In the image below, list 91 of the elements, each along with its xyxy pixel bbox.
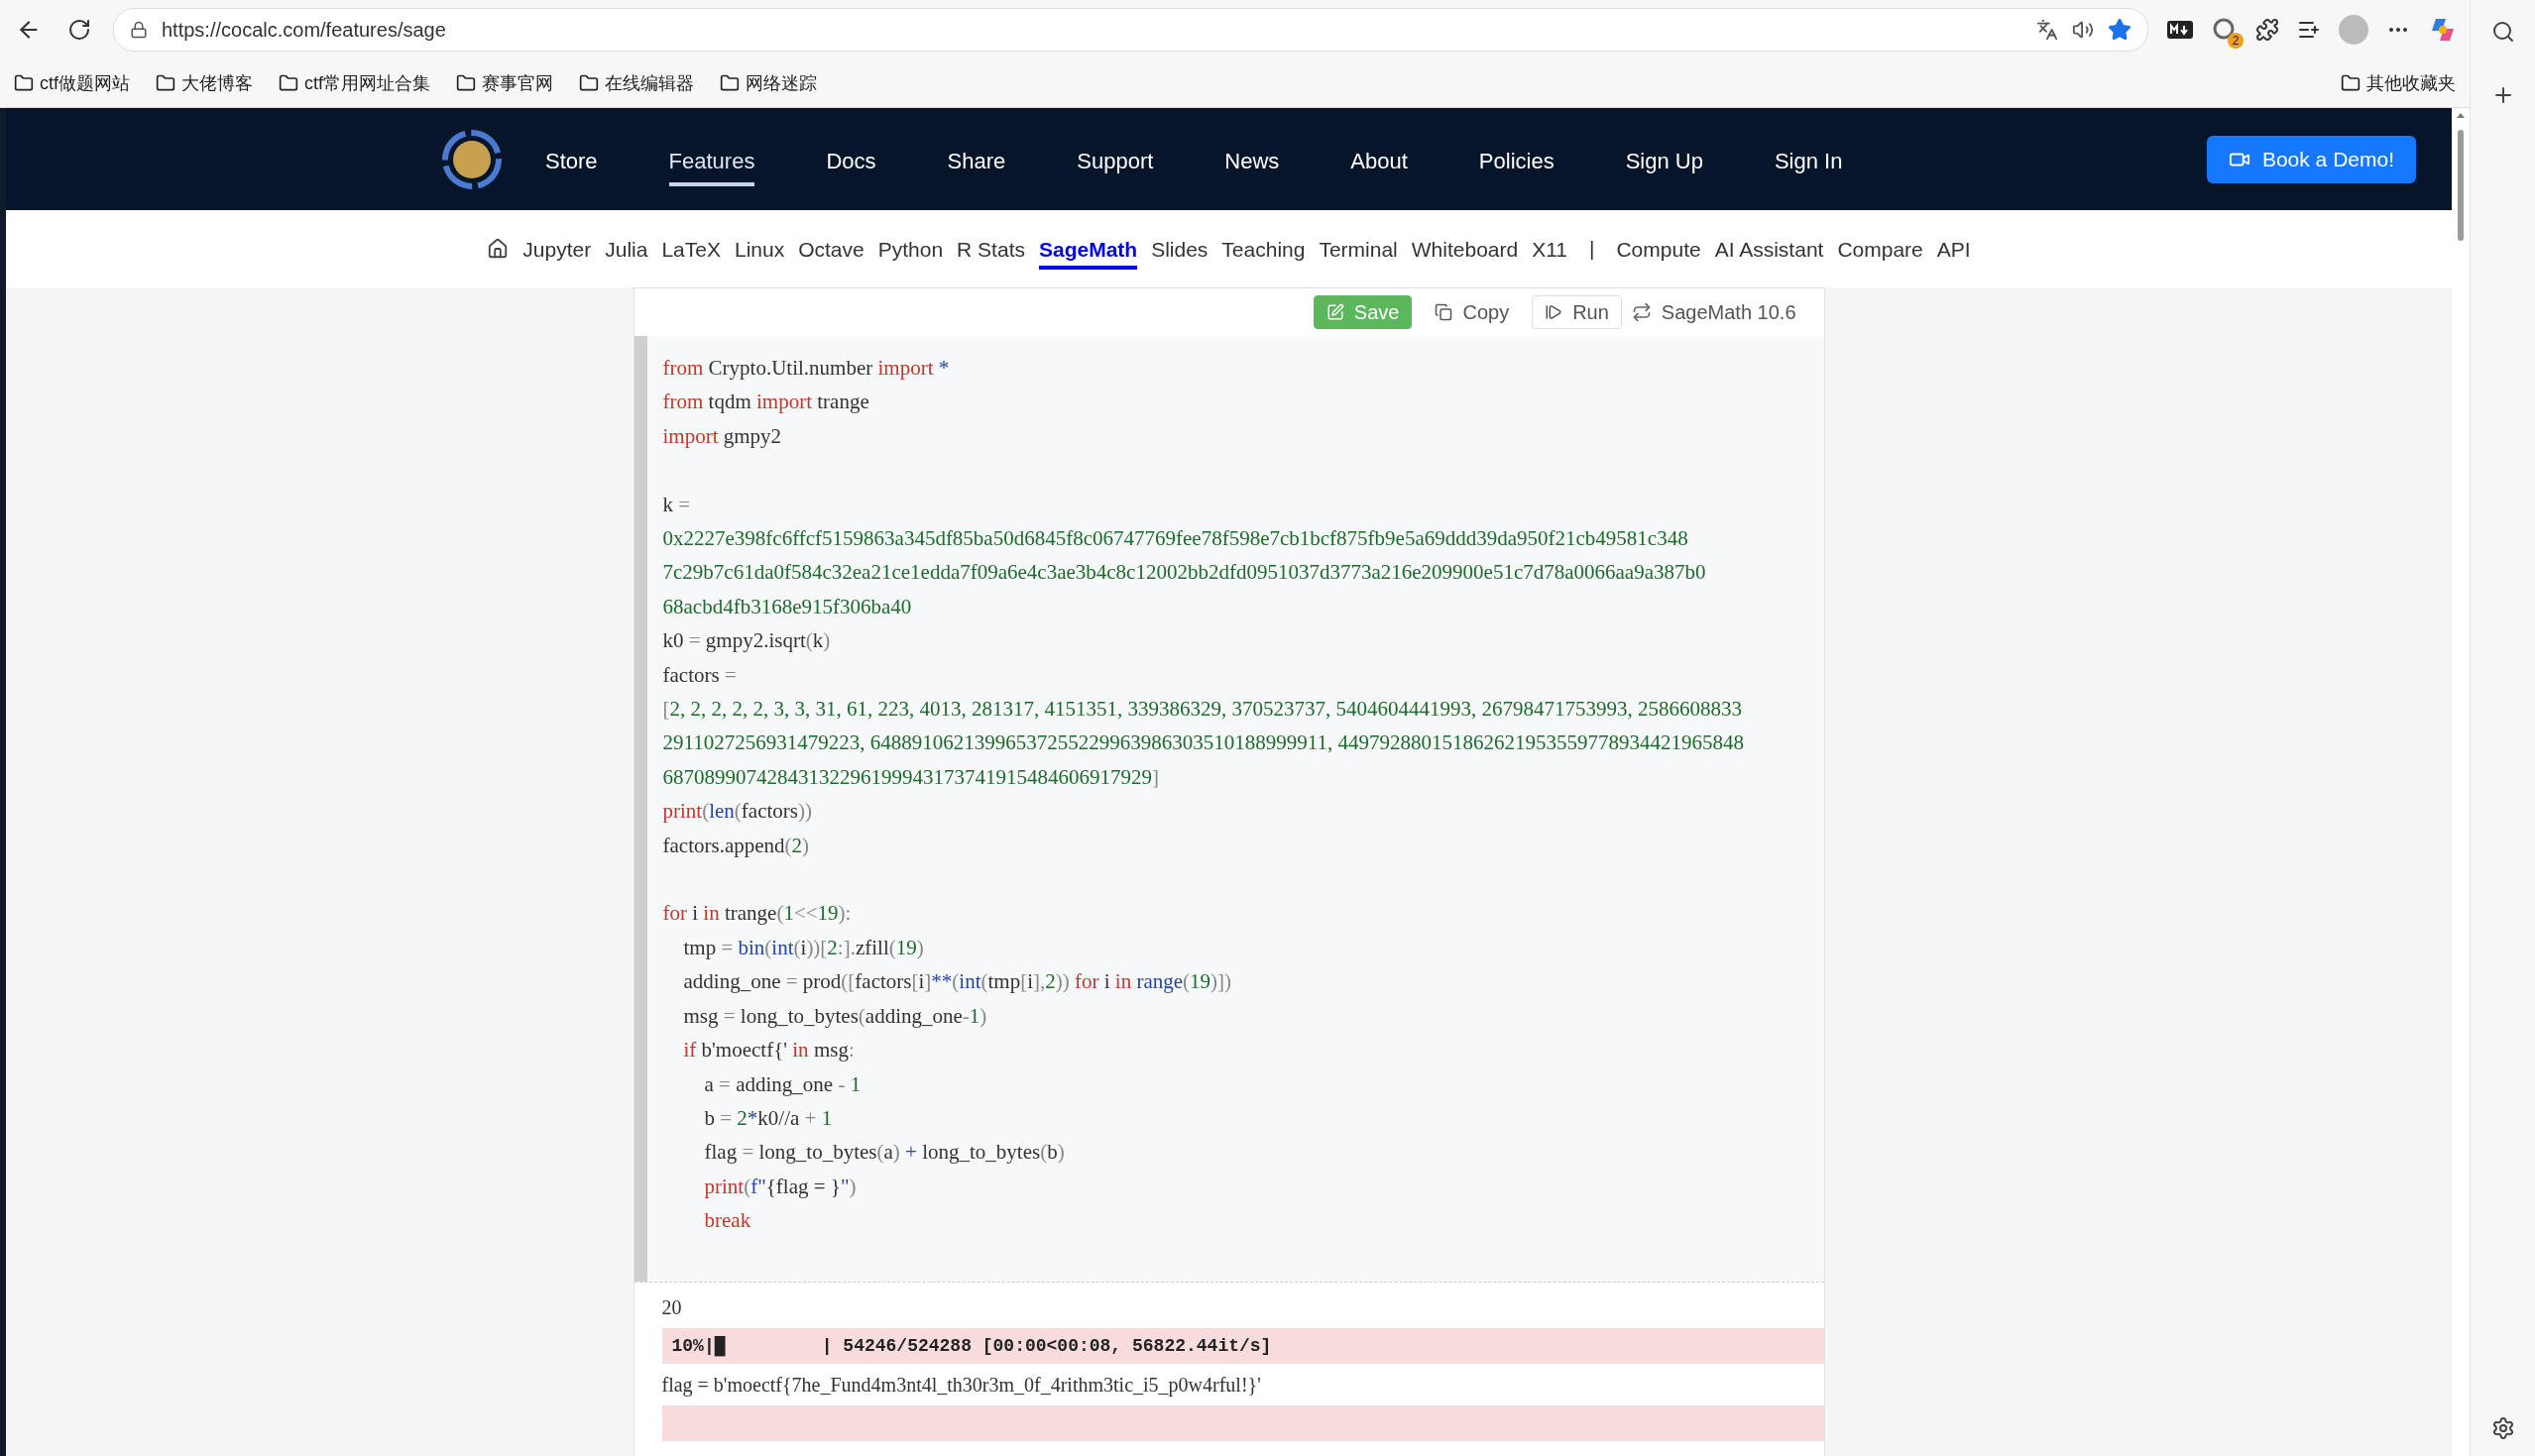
search-icon[interactable]: [2490, 20, 2515, 44]
code-line: import gmpy2: [662, 422, 783, 450]
code-line: tmp = bin(int(i))[2:].zfill(19): [682, 934, 925, 961]
kernel-label: SageMath 10.6: [1661, 300, 1796, 324]
code-line: from Crypto.Util.number import *: [662, 355, 951, 382]
feature-tab[interactable]: API: [1936, 234, 1971, 270]
markdown-icon[interactable]: [2166, 19, 2194, 41]
nav-link[interactable]: Features: [668, 140, 755, 186]
nav-link[interactable]: Sign In: [1774, 140, 1843, 186]
bookmark-folder[interactable]: 赛事官网: [456, 71, 554, 95]
url-text: https://cocalc.com/features/sage: [162, 18, 446, 42]
code-line: print(len(factors)): [662, 798, 813, 826]
code-line: for i in trange(1<<19):: [662, 900, 853, 928]
code-line: a = adding_one - 1: [703, 1070, 863, 1098]
reload-icon: [67, 18, 91, 42]
code-line: factors =: [662, 661, 738, 689]
bookmark-folder[interactable]: 网络迷踪: [720, 71, 818, 95]
output-text: flag = b'moectf{7he_Fund4m3nt4l_th30r3m_0f_4rithm3tic_i5_p0w4rful!}': [661, 1372, 1262, 1399]
kernel-icon: [1631, 302, 1652, 322]
feature-tab[interactable]: Jupyter: [522, 234, 592, 270]
code-line: 7c29b7c61da0f584c32ea21ce1edda7f09a6e4c3ae3b4c8c12002bb2dfd0951037d3773a216e209900e51c7d78a0066aa9a387b0: [662, 559, 1707, 587]
folder-icon: [14, 73, 34, 93]
feature-tab[interactable]: SageMath: [1038, 234, 1138, 270]
separator-text: |: [1589, 237, 1595, 261]
folder-icon: [579, 73, 600, 93]
edit-icon: [1325, 303, 1344, 321]
code-line: b = 2*k0//a + 1: [703, 1104, 834, 1132]
folder-icon: [156, 73, 175, 93]
address-bar[interactable]: https://cocalc.com/features/sage: [113, 8, 2148, 52]
feature-tab[interactable]: Compare: [1837, 234, 1923, 270]
code-line: [2, 2, 2, 2, 2, 3, 3, 31, 61, 223, 4013, 281317, 4151351, 339386329, 370523737, 5404604441993, 26798471753993, 2586608833: [662, 696, 1743, 724]
nav-link[interactable]: Support: [1077, 140, 1154, 186]
lock-icon: [130, 21, 148, 39]
feature-tab[interactable]: Teaching: [1221, 234, 1306, 270]
feature-tab[interactable]: Julia: [605, 234, 648, 270]
settings-icon[interactable]: [2490, 1416, 2515, 1440]
nav-link[interactable]: Store: [545, 140, 598, 186]
code-line: msg = long_to_bytes(adding_one-1): [682, 1002, 988, 1030]
bookmark-folder[interactable]: ctf做题网站: [14, 71, 130, 95]
run-button[interactable]: Run: [1532, 295, 1622, 329]
book-demo-button[interactable]: Book a Demo!: [2206, 135, 2416, 183]
nav-link[interactable]: Sign Up: [1625, 140, 1703, 186]
feature-tab[interactable]: AI Assistant: [1714, 234, 1824, 270]
folder-icon: [456, 73, 477, 93]
extensions-icon[interactable]: [2255, 18, 2279, 42]
progress-output: 10%|█ | 54246/524288 [00:00<00:08, 56822.44it/s]: [661, 1327, 1824, 1364]
bookmark-folder[interactable]: 其他收藏夹: [2341, 71, 2456, 95]
code-line: 0x2227e398fc6ffcf5159863a345df85ba50d6845f8c06747769fee78f598e7cb1bcf875fb9e5a69ddd39da950f21cb49581c348: [662, 525, 1689, 552]
code-line: 68708990742843132296199943173741915484606917929]: [662, 763, 1160, 791]
code-line: print(f"{flag = }"): [703, 1173, 858, 1200]
code-line: flag = long_to_bytes(a) + long_to_bytes(b): [703, 1139, 1066, 1167]
nav-link[interactable]: About: [1350, 140, 1408, 186]
feature-tab[interactable]: LaTeX: [661, 234, 721, 270]
code-line: k =: [662, 491, 692, 518]
home-icon[interactable]: [487, 238, 510, 260]
code-line: if b'moectf{' in msg:: [682, 1037, 856, 1064]
folder-icon: [2341, 73, 2361, 93]
feature-tab[interactable]: X11: [1532, 234, 1567, 270]
nav-link[interactable]: Docs: [826, 140, 876, 186]
feature-tab[interactable]: Octave: [798, 234, 864, 270]
feature-tab[interactable]: Python: [877, 234, 944, 270]
copy-icon: [1435, 303, 1453, 321]
code-line: 68acbd4fb3168e915f306ba40: [662, 593, 913, 620]
nav-link[interactable]: Share: [947, 140, 1006, 186]
code-line: factors.append(2): [662, 832, 811, 859]
step-play-icon: [1545, 303, 1563, 321]
nav-link[interactable]: Policies: [1478, 140, 1555, 186]
code-line: from tqdm import trange: [662, 389, 870, 416]
feature-tab[interactable]: Whiteboard: [1411, 234, 1519, 270]
star-icon[interactable]: [2108, 18, 2132, 42]
code-editor[interactable]: [634, 336, 1824, 1282]
folder-icon: [720, 73, 741, 93]
feature-tab[interactable]: Slides: [1151, 234, 1209, 270]
read-aloud-icon[interactable]: [2072, 19, 2094, 41]
code-line: break: [703, 1207, 752, 1235]
code-line: k0 = gmpy2.isqrt(k): [662, 627, 832, 655]
code-line: adding_one = prod([factors[i]**(int(tmp[i],2)) for i in range(19)]): [682, 968, 1233, 996]
bookmark-folder[interactable]: ctf常用网址合集: [279, 71, 431, 95]
feature-tab[interactable]: R Stats: [957, 234, 1025, 270]
output-text: 20: [661, 1294, 683, 1320]
folder-icon: [279, 73, 298, 93]
feature-tab[interactable]: Linux: [735, 234, 785, 270]
bookmark-folder[interactable]: 在线编辑器: [579, 71, 695, 95]
badge-count: 2: [2228, 33, 2244, 49]
logo-icon[interactable]: [440, 127, 504, 191]
translate-icon[interactable]: [2036, 19, 2058, 41]
feature-tab[interactable]: Compute: [1616, 234, 1701, 270]
nav-link[interactable]: News: [1224, 140, 1280, 186]
bookmark-folder[interactable]: 大佬博客: [156, 71, 253, 95]
code-line: 2911027256931479223, 64889106213996537255229963986303510188999911, 449792880151862621953559778934421965848: [662, 729, 1744, 757]
feature-tab[interactable]: Terminal: [1319, 234, 1398, 270]
